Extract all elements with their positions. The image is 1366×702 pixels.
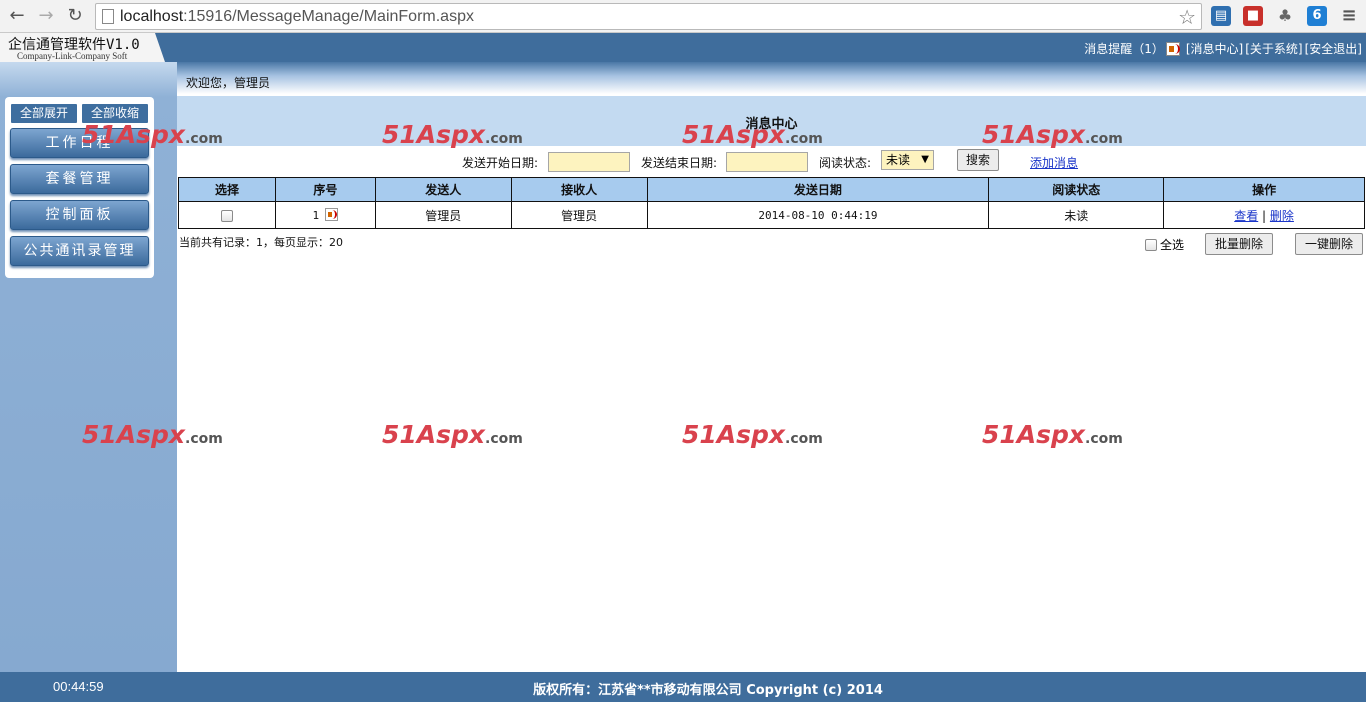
- message-alert-label[interactable]: 消息提醒（1）: [1084, 40, 1164, 57]
- col-actions: 操作: [1163, 177, 1365, 202]
- forward-arrow-icon[interactable]: →: [35, 5, 57, 27]
- message-table: 选择 序号 发送人 接收人 发送日期 阅读状态 操作 1 管理员 管理员 201…: [178, 177, 1365, 229]
- row-actions: 查看 | 删除: [1163, 201, 1365, 229]
- watermark: 51Aspx.com: [982, 420, 1123, 449]
- logo-subtitle: Company-Link-Company Soft: [17, 51, 128, 61]
- read-status-label: 阅读状态:: [819, 156, 872, 170]
- dropdown-arrow-icon: ▼: [921, 154, 929, 165]
- select-all-checkbox[interactable]: [1145, 238, 1157, 251]
- logout-link[interactable]: [安全退出]: [1305, 40, 1362, 57]
- sidebar-item-package[interactable]: 套餐管理: [10, 164, 149, 194]
- row-read-status: 未读: [988, 201, 1165, 229]
- watermark: 51Aspx.com: [82, 420, 223, 449]
- col-select: 选择: [178, 177, 276, 202]
- sidebar: 全部展开 全部收缩 工作日程 套餐管理 控制面板 公共通讯录管理: [0, 62, 177, 672]
- one-click-delete-button[interactable]: 一键删除: [1295, 233, 1363, 255]
- row-checkbox[interactable]: [220, 209, 233, 222]
- table-header-row: 选择 序号 发送人 接收人 发送日期 阅读状态 操作: [178, 177, 1365, 202]
- browser-menu-icon[interactable]: ≡: [1339, 6, 1359, 26]
- search-form: 发送开始日期: 发送结束日期: 阅读状态: 未读 ▼ 搜索 添加消息: [177, 149, 1366, 173]
- col-send-date: 发送日期: [646, 177, 990, 202]
- address-bar[interactable]: localhost:15916/MessageManage/MainForm.a…: [95, 3, 1202, 30]
- header-links: 消息提醒（1） [消息中心] [关于系统] [安全退出]: [1082, 40, 1362, 57]
- main-content: 消息中心 发送开始日期: 发送结束日期: 阅读状态: 未读 ▼ 搜索 添加消息 …: [177, 96, 1366, 668]
- search-button[interactable]: 搜索: [957, 149, 999, 171]
- row-receiver: 管理员: [510, 201, 648, 229]
- read-status-value: 未读: [886, 153, 911, 167]
- expand-all-button[interactable]: 全部展开: [11, 104, 77, 123]
- bookmark-star-icon[interactable]: ☆: [1178, 5, 1196, 29]
- logo: 企信通管理软件V1.0 Company-Link-Company Soft: [0, 33, 165, 62]
- row-index: 1: [312, 209, 320, 222]
- welcome-text: 欢迎您，管理员: [186, 76, 271, 90]
- row-send-date: 2014-08-10 0:44:19: [646, 201, 990, 229]
- reload-icon[interactable]: ↻: [64, 5, 86, 27]
- watermark: 51Aspx.com: [982, 120, 1123, 149]
- watermark: 51Aspx.com: [382, 420, 523, 449]
- app-header: 企信通管理软件V1.0 Company-Link-Company Soft 消息…: [0, 33, 1366, 62]
- extension-blue-icon[interactable]: 6: [1307, 6, 1327, 26]
- start-date-input[interactable]: [548, 152, 630, 172]
- about-link[interactable]: [关于系统]: [1245, 40, 1302, 57]
- action-separator: |: [1258, 208, 1270, 223]
- extension-window-icon[interactable]: ▤: [1211, 6, 1231, 26]
- batch-delete-button[interactable]: 批量删除: [1205, 233, 1273, 255]
- col-index: 序号: [274, 177, 376, 202]
- extension-translate-icon[interactable]: ■: [1243, 6, 1263, 26]
- watermark: 51Aspx.com: [682, 420, 823, 449]
- copyright: 版权所有：江苏省**市移动有限公司 Copyright (c) 2014: [533, 683, 883, 698]
- col-sender: 发送人: [374, 177, 512, 202]
- welcome-bar: 欢迎您，管理员: [177, 62, 1366, 96]
- select-all: 全选: [1145, 236, 1184, 253]
- back-arrow-icon[interactable]: ←: [6, 5, 28, 27]
- delete-link[interactable]: 删除: [1270, 209, 1294, 223]
- col-receiver: 接收人: [510, 177, 648, 202]
- browser-toolbar: ← → ↻ localhost:15916/MessageManage/Main…: [0, 0, 1366, 33]
- sidebar-item-control-panel[interactable]: 控制面板: [10, 200, 149, 230]
- row-select-cell: [178, 201, 276, 229]
- end-date-label: 发送结束日期:: [641, 156, 718, 170]
- start-date-label: 发送开始日期:: [462, 156, 539, 170]
- records-summary: 当前共有记录：1，每页显示：20: [179, 236, 343, 249]
- footer: 00:44:59 版权所有：江苏省**市移动有限公司 Copyright (c)…: [0, 672, 1366, 702]
- select-all-label: 全选: [1160, 238, 1185, 252]
- sidebar-item-contacts[interactable]: 公共通讯录管理: [10, 236, 149, 266]
- speaker-icon: [1165, 41, 1180, 56]
- end-date-input[interactable]: [726, 152, 808, 172]
- row-sender: 管理员: [374, 201, 512, 229]
- view-link[interactable]: 查看: [1234, 209, 1258, 223]
- watermark: 51Aspx.com: [82, 120, 223, 149]
- page-icon: [102, 9, 114, 24]
- speaker-icon: [325, 208, 339, 221]
- extensions-puzzle-icon[interactable]: ♣: [1275, 6, 1295, 26]
- read-status-select[interactable]: 未读 ▼: [881, 150, 934, 170]
- watermark: 51Aspx.com: [382, 120, 523, 149]
- col-read-status: 阅读状态: [988, 177, 1165, 202]
- table-row: 1 管理员 管理员 2014-08-10 0:44:19 未读 查看 | 删除: [178, 201, 1365, 229]
- address-url: localhost:15916/MessageManage/MainForm.a…: [120, 8, 474, 25]
- watermark: 51Aspx.com: [682, 120, 823, 149]
- add-message-link[interactable]: 添加消息: [1030, 154, 1078, 171]
- row-index-cell: 1: [274, 201, 376, 229]
- message-center-link[interactable]: [消息中心]: [1186, 40, 1243, 57]
